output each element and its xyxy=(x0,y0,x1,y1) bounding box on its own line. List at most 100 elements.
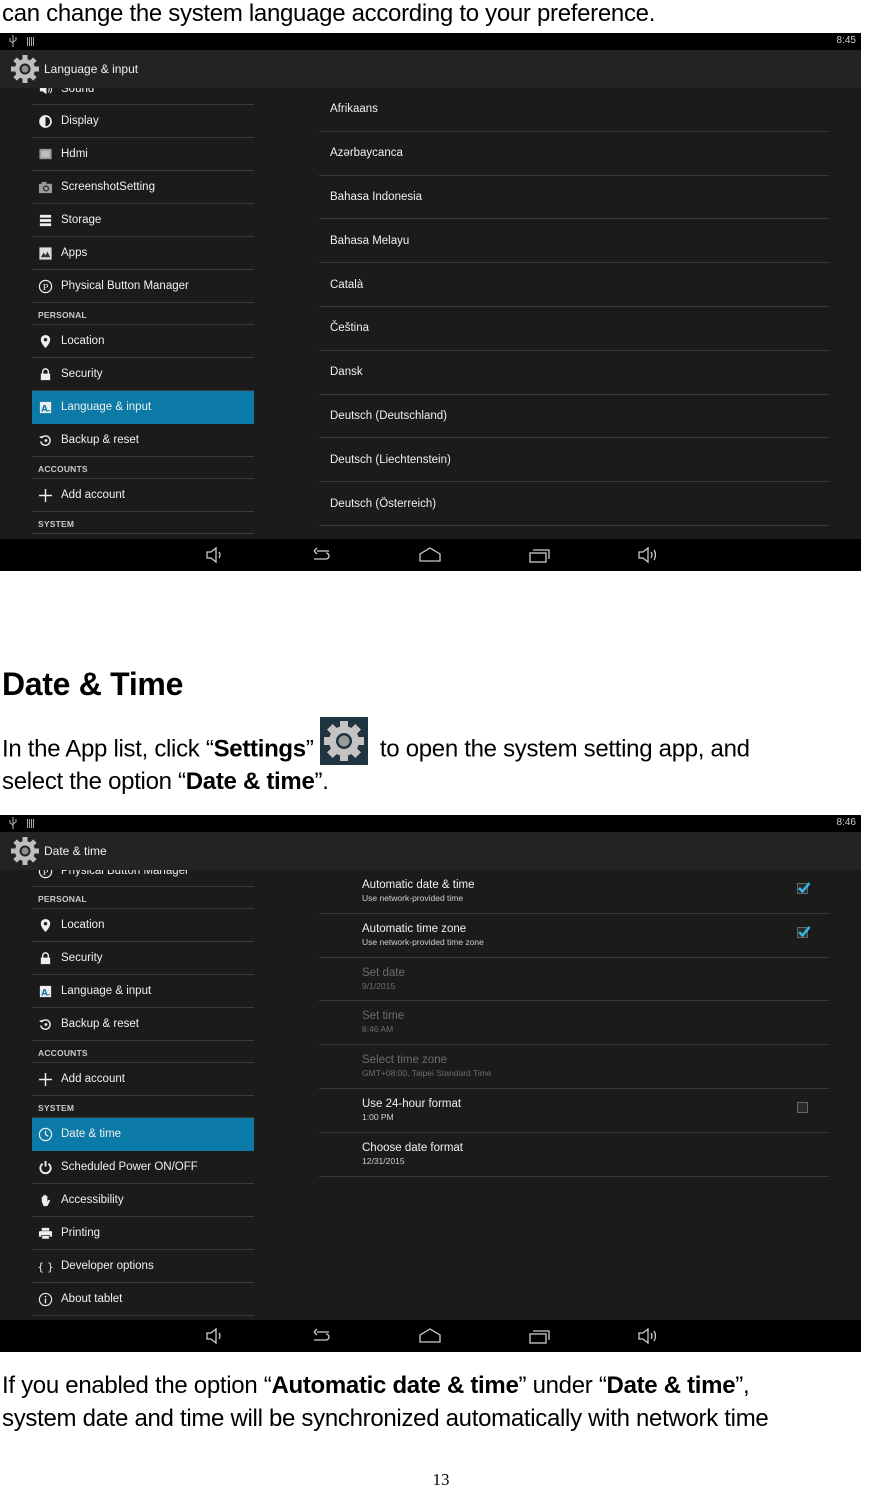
text: ”. xyxy=(314,768,329,795)
volume-down-icon[interactable] xyxy=(203,545,227,565)
sidebar-item-hdmi[interactable]: Hdmi xyxy=(32,138,254,171)
camera-icon xyxy=(37,179,53,195)
display-icon xyxy=(37,113,53,129)
sidebar-section-header: PERSONAL xyxy=(32,887,254,909)
sidebar-item-display[interactable]: Display xyxy=(32,105,254,138)
pref-use-24-hour-format[interactable]: Use 24-hour format 1:00 PM xyxy=(319,1089,829,1133)
page-number: 13 xyxy=(432,1470,450,1489)
sidebar-item-scheduled-power-on-off[interactable]: Scheduled Power ON/OFF xyxy=(32,1151,254,1184)
sidebar-item-language-input[interactable]: A Language & input xyxy=(32,391,254,424)
home-icon[interactable] xyxy=(418,545,442,565)
sidebar-item-add-account[interactable]: Add account xyxy=(32,1063,254,1096)
text: to open the system setting app, and xyxy=(373,735,750,763)
sidebar-item-sound[interactable]: Sound xyxy=(32,88,254,105)
recent-apps-icon[interactable] xyxy=(527,545,551,565)
sidebar-item-label: Language & input xyxy=(61,401,152,413)
pref-choose-date-format[interactable]: Choose date format 12/31/2015 xyxy=(319,1133,829,1177)
sidebar-section-header: ACCOUNTS xyxy=(32,457,254,479)
sidebar-item-physical-button-manager[interactable]: P Physical Button Manager xyxy=(32,870,254,887)
sidebar-item-label: Location xyxy=(61,919,105,931)
back-icon[interactable] xyxy=(310,545,334,565)
date-time-preferences: Automatic date & time Use network-provide… xyxy=(319,870,829,1177)
volume-down-icon[interactable] xyxy=(203,1326,227,1346)
pref-automatic-date-time[interactable]: Automatic date & time Use network-provide… xyxy=(319,870,829,914)
language-option[interactable]: Azərbaycanca xyxy=(319,132,829,176)
pref-title: Automatic time zone xyxy=(362,922,467,935)
text: ” xyxy=(305,735,314,763)
recent-apps-icon[interactable] xyxy=(527,1326,551,1346)
pref-summary: 8:46 AM xyxy=(362,1024,394,1035)
sidebar-item-label: Developer options xyxy=(61,1260,154,1272)
status-bar: 8:46 xyxy=(0,815,861,832)
sidebar-item-security[interactable]: Security xyxy=(32,358,254,391)
text: select the option “ xyxy=(2,768,186,795)
language-option[interactable]: Deutsch (Österreich) xyxy=(319,482,829,526)
date-time-emphasis: Date & time xyxy=(606,1372,736,1399)
language-option[interactable]: Bahasa Melayu xyxy=(319,219,829,264)
sidebar-item-backup-reset[interactable]: Backup & reset xyxy=(32,424,254,457)
sidebar-item-developer-options[interactable]: { } Developer options xyxy=(32,1250,254,1283)
checkbox-unchecked[interactable] xyxy=(797,1101,808,1113)
location-pin-icon xyxy=(37,917,53,933)
volume-up-icon[interactable] xyxy=(636,545,660,565)
action-bar: Date & time xyxy=(0,832,861,870)
sidebar-item-label: Security xyxy=(61,368,103,380)
sidebar-item-location[interactable]: Location xyxy=(32,325,254,358)
pref-set-date[interactable]: Set date 9/1/2015 xyxy=(319,958,829,1002)
pref-summary: Use network-provided time zone xyxy=(362,936,484,947)
pref-select-time-zone[interactable]: Select time zone GMT+08:00, Taipei Standa… xyxy=(319,1045,829,1089)
sidebar-item-label: About tablet xyxy=(61,1293,123,1305)
paragraph-1-line-1: In the App list, click “Settings” to ope… xyxy=(2,717,750,767)
sidebar-item-storage[interactable]: Storage xyxy=(32,204,254,237)
hdmi-icon xyxy=(37,146,53,162)
back-icon[interactable] xyxy=(310,1326,334,1346)
paragraph-2-line-2: system date and time will be synchronize… xyxy=(2,1405,769,1432)
checkbox-checked[interactable] xyxy=(797,925,811,938)
sidebar-item-security[interactable]: Security xyxy=(32,942,254,975)
language-option[interactable]: Bahasa Indonesia xyxy=(319,176,829,220)
pref-automatic-time-zone[interactable]: Automatic time zone Use network-provided … xyxy=(319,914,829,958)
info-icon xyxy=(37,1291,53,1307)
volume-up-icon[interactable] xyxy=(636,1326,660,1346)
language-option[interactable]: Afrikaans xyxy=(319,88,829,132)
sidebar-section-header: SYSTEM xyxy=(32,512,254,534)
language-option[interactable]: Català xyxy=(319,263,829,307)
pref-title: Set time xyxy=(362,1010,405,1023)
pref-title: Select time zone xyxy=(362,1054,448,1067)
sidebar-item-printing[interactable]: Printing xyxy=(32,1217,254,1250)
language-option[interactable]: Deutsch (Liechtenstein) xyxy=(319,438,829,483)
pref-summary: GMT+08:00, Taipei Standard Time xyxy=(362,1068,492,1079)
settings-gear-icon[interactable] xyxy=(10,836,40,866)
text: In the App list, click “ xyxy=(2,735,214,763)
pref-title: Automatic date & time xyxy=(362,879,475,891)
settings-gear-icon[interactable] xyxy=(10,54,40,84)
checkmark-icon xyxy=(798,925,811,938)
screen-title: Language & input xyxy=(44,62,139,76)
svg-text:{ }: { } xyxy=(38,1261,53,1273)
sidebar-item-language-input[interactable]: A Language & input xyxy=(32,975,254,1008)
sidebar-item-label: Scheduled Power ON/OFF xyxy=(61,1161,198,1173)
language-option[interactable]: Dansk xyxy=(319,351,829,395)
sidebar-item-date-time[interactable]: Date & time xyxy=(32,1118,254,1151)
sidebar-item-label: Storage xyxy=(61,214,102,226)
sidebar-item-screenshotsetting[interactable]: ScreenshotSetting xyxy=(32,171,254,204)
sidebar-section-header: SYSTEM xyxy=(32,1096,254,1118)
svg-text:A: A xyxy=(41,987,48,997)
section-heading: Date & Time xyxy=(2,666,184,702)
home-icon[interactable] xyxy=(418,1326,442,1346)
sidebar-item-label: Accessibility xyxy=(61,1194,124,1206)
sidebar-item-add-account[interactable]: Add account xyxy=(32,479,254,512)
language-option[interactable]: Čeština xyxy=(319,307,829,351)
sidebar-item-physical-button-manager[interactable]: P Physical Button Manager xyxy=(32,270,254,303)
location-pin-icon xyxy=(37,333,53,349)
language-option[interactable]: Deutsch (Deutschland) xyxy=(319,395,829,439)
intro-text: can change the system language according… xyxy=(2,0,656,27)
sidebar-item-backup-reset[interactable]: Backup & reset xyxy=(32,1008,254,1041)
pref-set-time[interactable]: Set time 8:46 AM xyxy=(319,1001,829,1046)
checkbox-checked[interactable] xyxy=(797,882,811,894)
screen-title: Date & time xyxy=(44,844,107,858)
sidebar-item-apps[interactable]: Apps xyxy=(32,237,254,270)
sidebar-item-about-tablet[interactable]: About tablet xyxy=(32,1283,254,1316)
sidebar-item-location[interactable]: Location xyxy=(32,909,254,942)
sidebar-item-accessibility[interactable]: Accessibility xyxy=(32,1184,254,1217)
